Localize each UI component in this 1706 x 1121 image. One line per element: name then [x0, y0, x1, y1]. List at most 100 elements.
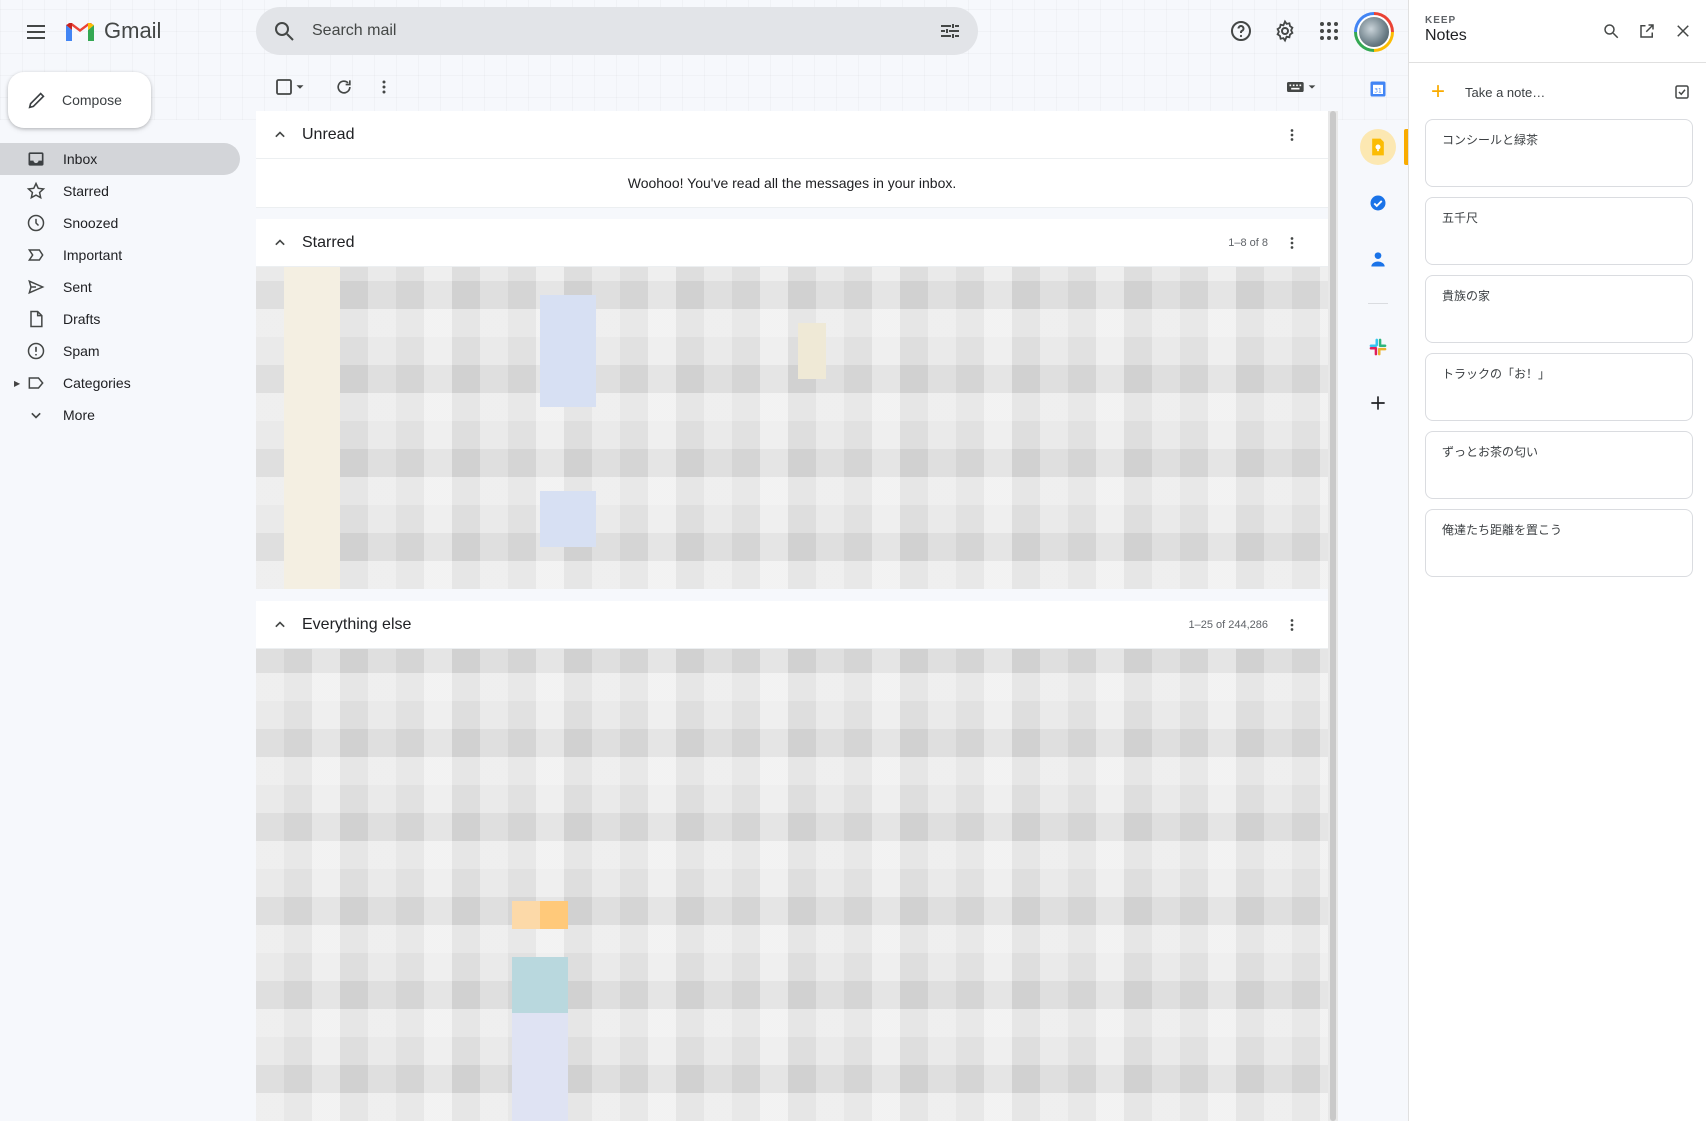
tasks-icon: [1370, 195, 1386, 211]
search-button[interactable]: [264, 11, 304, 51]
refresh-button[interactable]: [324, 67, 364, 107]
caret-down-icon: [296, 85, 304, 89]
add-note-plus-icon: +: [1431, 78, 1446, 105]
contacts-app-button[interactable]: [1360, 241, 1396, 277]
keep-header: KEEP Notes: [1409, 0, 1706, 63]
search-bar[interactable]: [256, 7, 978, 55]
get-addons-button[interactable]: [1360, 385, 1396, 421]
tune-icon: [941, 24, 959, 38]
search-icon: [1604, 24, 1619, 39]
sidebar-item-starred[interactable]: Starred: [0, 175, 240, 207]
sidebar-item-snoozed[interactable]: Snoozed: [0, 207, 240, 239]
close-icon: [1677, 25, 1689, 37]
help-icon: [1231, 21, 1251, 41]
svg-text:31: 31: [1374, 88, 1382, 94]
empty-inbox-message: Woohoo! You've read all the messages in …: [627, 175, 957, 191]
chevron-up-icon[interactable]: [270, 125, 290, 145]
note-text: 貴族の家: [1442, 289, 1491, 303]
contacts-icon: [1371, 252, 1385, 267]
spam-icon: [27, 342, 45, 360]
note-text: 俺達たち距離を置こう: [1442, 523, 1563, 537]
sidebar-item-label: Spam: [63, 343, 100, 359]
section-title: Starred: [302, 233, 355, 251]
keep-note-card[interactable]: 五千尺: [1425, 197, 1693, 265]
sidebar-item-categories[interactable]: ▶ Categories: [0, 367, 240, 399]
keyboard-icon: [1287, 82, 1316, 92]
chevron-up-icon[interactable]: [270, 615, 290, 635]
more-vert-icon: [1290, 619, 1294, 631]
main-menu-button[interactable]: [16, 12, 56, 52]
label-icon: [28, 377, 44, 389]
more-actions-button[interactable]: [364, 67, 404, 107]
scrollbar-thumb[interactable]: [1330, 111, 1336, 1121]
select-dropdown[interactable]: [290, 67, 310, 107]
sidebar-item-inbox[interactable]: Inbox: [0, 143, 240, 175]
sidebar-item-label: Important: [63, 247, 123, 263]
account-avatar[interactable]: [1354, 12, 1394, 52]
sidebar-item-important[interactable]: Important: [0, 239, 240, 271]
slack-icon: [1369, 338, 1387, 356]
keep-note-card[interactable]: トラックの「お！」: [1425, 353, 1693, 421]
keep-note-card[interactable]: ずっとお茶の匂い: [1425, 431, 1693, 499]
slack-app-button[interactable]: [1360, 329, 1396, 365]
section-options-button[interactable]: [1272, 605, 1312, 645]
sidebar-item-sent[interactable]: Sent: [0, 271, 240, 303]
section-divider: [256, 207, 1328, 219]
section-starred[interactable]: Starred 1–8 of 8: [256, 219, 1328, 267]
compose-button[interactable]: Compose: [8, 72, 151, 128]
keep-panel-title: Notes: [1425, 27, 1467, 44]
take-note-input[interactable]: + Take a note…: [1425, 74, 1691, 110]
gmail-logo[interactable]: Gmail: [64, 18, 161, 44]
keep-close-button[interactable]: [1667, 15, 1699, 47]
calendar-app-button[interactable]: 31: [1360, 71, 1396, 107]
new-list-checkbox-icon[interactable]: [1673, 83, 1691, 101]
keep-search-button[interactable]: [1595, 15, 1627, 47]
sidebar-item-label: Sent: [63, 279, 92, 295]
take-note-placeholder: Take a note…: [1465, 84, 1546, 100]
section-title: Everything else: [302, 615, 412, 633]
send-icon: [28, 279, 45, 295]
sidebar-item-spam[interactable]: Spam: [0, 335, 240, 367]
sidebar-item-drafts[interactable]: Drafts: [0, 303, 240, 335]
keep-app-label: KEEP: [1425, 15, 1457, 26]
compose-label: Compose: [62, 92, 122, 108]
search-input[interactable]: [312, 19, 872, 43]
other-messages-pixelated[interactable]: [256, 649, 1328, 1121]
keep-open-new-tab-button[interactable]: [1631, 15, 1663, 47]
search-icon: [275, 22, 294, 41]
side-panel-rail: 31: [1348, 63, 1408, 1121]
section-options-button[interactable]: [1272, 223, 1312, 263]
section-count: 1–8 of 8: [1228, 236, 1268, 249]
note-text: ずっとお茶の匂い: [1442, 445, 1539, 459]
keep-note-card[interactable]: 貴族の家: [1425, 275, 1693, 343]
sidebar-item-label: Drafts: [63, 311, 101, 327]
expand-caret-icon[interactable]: ▶: [14, 379, 20, 388]
sidebar-item-label: Categories: [63, 375, 131, 391]
tasks-app-button[interactable]: [1360, 185, 1396, 221]
settings-button[interactable]: [1265, 11, 1305, 51]
sidebar-item-label: Inbox: [63, 151, 98, 167]
important-icon: [27, 249, 44, 261]
keep-note-card[interactable]: 俺達たち距離を置こう: [1425, 509, 1693, 577]
section-title: Unread: [302, 125, 355, 143]
keep-note-card[interactable]: コンシールと緑茶: [1425, 119, 1693, 187]
sidebar-item-label: Starred: [63, 183, 109, 199]
list-scrollbar[interactable]: [1328, 111, 1338, 1121]
apps-grid-icon: [1320, 22, 1338, 40]
open-in-new-icon: [1640, 24, 1654, 38]
input-tools-button[interactable]: [1274, 67, 1330, 107]
section-options-button[interactable]: [1272, 115, 1312, 155]
chevron-down-icon: [31, 412, 41, 419]
support-button[interactable]: [1221, 11, 1261, 51]
section-everything-else[interactable]: Everything else 1–25 of 244,286: [256, 601, 1328, 649]
section-count: 1–25 of 244,286: [1188, 618, 1268, 631]
keep-app-button[interactable]: [1360, 129, 1396, 165]
sidebar-nav: Inbox Starred Snoozed Important Sent Dra…: [0, 143, 240, 431]
google-apps-button[interactable]: [1309, 11, 1349, 51]
search-options-button[interactable]: [930, 11, 970, 51]
section-divider: [256, 589, 1328, 601]
sidebar-item-more[interactable]: More: [0, 399, 240, 431]
chevron-up-icon[interactable]: [270, 233, 290, 253]
section-unread[interactable]: Unread: [256, 111, 1328, 159]
starred-messages-pixelated[interactable]: [256, 267, 1328, 589]
